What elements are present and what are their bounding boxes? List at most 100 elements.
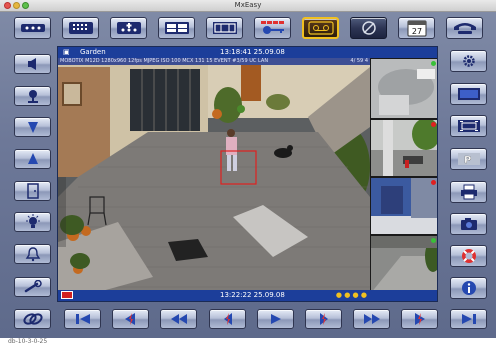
layout-single-button[interactable]	[14, 17, 51, 39]
help-button[interactable]	[450, 245, 487, 267]
fast-forward-icon	[363, 314, 380, 324]
camera-osd-bar: MOBOTIX M12D 1280x960 12fps MJPEG ISO 10…	[58, 58, 370, 65]
osd-right: 4/ 59 4	[350, 58, 368, 64]
rewind-icon	[170, 314, 187, 324]
thumbnail-camera-1[interactable]	[370, 58, 437, 119]
phone-icon	[453, 23, 476, 34]
slash-icon	[361, 21, 376, 35]
status-bar-text: db-10-3-0-25	[8, 338, 48, 345]
settings-wrench-button[interactable]	[14, 277, 51, 297]
camera-time-top: 13:18:41 25.09.08	[220, 48, 285, 56]
camera-time-bottom: 13:22:22 25.09.08	[220, 291, 285, 299]
speaker-icon	[27, 58, 36, 70]
layout-quad-button[interactable]	[158, 17, 195, 39]
layout-grid-button[interactable]	[62, 17, 99, 39]
door-button[interactable]	[14, 181, 51, 201]
layout-window-button[interactable]	[206, 17, 243, 39]
thumbnail-image-3	[371, 178, 437, 234]
step-forward-icon	[319, 313, 328, 325]
volume-up-icon	[27, 153, 38, 164]
play-icon	[270, 314, 281, 324]
microphone-button[interactable]	[14, 86, 51, 106]
window-title: MxEasy	[234, 1, 262, 9]
layout-dots-icon	[20, 24, 45, 32]
info-button[interactable]	[450, 277, 487, 299]
skip-end-icon	[461, 314, 476, 324]
key-icon	[260, 21, 284, 34]
link-button[interactable]	[14, 309, 51, 329]
settings-button[interactable]	[450, 50, 487, 72]
step-back-icon	[223, 313, 232, 325]
next-event-icon	[414, 313, 425, 325]
footer-status-icons: ● ● ● ●	[335, 291, 367, 299]
lifebuoy-icon	[461, 249, 476, 263]
rewind-button[interactable]	[160, 309, 197, 329]
thumbnail-image-1	[371, 59, 437, 118]
thumbnail-camera-3[interactable]	[370, 177, 437, 235]
status-dot-green	[431, 238, 436, 243]
bell-icon	[25, 247, 40, 262]
snapshot-button[interactable]	[450, 213, 487, 235]
step-back-button[interactable]	[209, 309, 246, 329]
layout-quad-icon	[164, 22, 189, 34]
recording-dot	[431, 122, 436, 127]
cassette-icon	[307, 21, 334, 35]
live-video-panel[interactable]: ▣ Garden 13:18:41 25.09.08 MOBOTIX M12D …	[57, 46, 438, 302]
camera-icon	[460, 218, 477, 230]
info-icon	[461, 281, 476, 295]
record-indicator	[61, 291, 73, 299]
layout-add-icon	[116, 22, 141, 34]
link-icon	[22, 313, 43, 325]
skip-start-icon	[75, 314, 90, 324]
parking-button[interactable]: P	[450, 148, 487, 170]
microphone-icon	[27, 90, 38, 103]
volume-down-button[interactable]	[14, 117, 51, 137]
layout-window-icon	[212, 22, 237, 34]
previous-event-button[interactable]	[112, 309, 149, 329]
title-bar: MxEasy	[0, 0, 496, 12]
thumbnail-image-2	[371, 120, 437, 176]
light-button[interactable]	[14, 212, 51, 232]
video-footer: 13:22:22 25.09.08 ● ● ● ●	[58, 290, 437, 301]
access-key-button[interactable]	[254, 17, 291, 39]
gear-icon	[462, 55, 475, 67]
calendar-day: 27	[411, 27, 421, 36]
play-button[interactable]	[257, 309, 294, 329]
thumbnail-camera-4[interactable]	[370, 235, 437, 292]
print-button[interactable]	[450, 181, 487, 203]
display-button[interactable]	[450, 83, 487, 105]
light-icon	[25, 214, 40, 228]
camera-name: Garden	[80, 48, 106, 56]
video-header: ▣ Garden 13:18:41 25.09.08	[58, 47, 437, 58]
printer-icon	[460, 184, 477, 200]
layout-add-button[interactable]	[110, 17, 147, 39]
phone-button[interactable]	[446, 17, 483, 39]
calendar-icon: 27	[407, 20, 426, 36]
svg-text:P: P	[464, 155, 471, 166]
fast-forward-button[interactable]	[353, 309, 390, 329]
skip-to-start-button[interactable]	[64, 309, 101, 329]
step-forward-button[interactable]	[305, 309, 342, 329]
recording-dot	[431, 180, 436, 185]
screen-icon	[457, 88, 480, 100]
bell-button[interactable]	[14, 244, 51, 264]
parking-icon: P	[457, 153, 480, 166]
wrench-icon	[24, 280, 42, 293]
fullscreen-button[interactable]	[450, 115, 487, 137]
layout-grid-icon	[68, 22, 93, 34]
osd-text: MOBOTIX M12D 1280x960 12fps MJPEG ISO 10…	[60, 58, 269, 64]
calendar-button[interactable]: 27	[398, 17, 435, 39]
mxeasy-window: MxEasy 27 P ▣ Garden 13:18:41 25.09.08 M…	[0, 0, 496, 345]
recording-button[interactable]	[302, 17, 339, 39]
speaker-button[interactable]	[14, 54, 51, 74]
fullscreen-icon	[457, 120, 480, 132]
prev-event-icon	[124, 313, 135, 325]
thumbnail-camera-2[interactable]	[370, 119, 437, 177]
next-event-button[interactable]	[401, 309, 438, 329]
privacy-button[interactable]	[350, 17, 387, 39]
door-icon	[26, 183, 39, 199]
volume-down-icon	[27, 122, 38, 133]
volume-up-button[interactable]	[14, 149, 51, 169]
camera-icon-small: ▣	[63, 48, 70, 56]
skip-to-end-button[interactable]	[450, 309, 487, 329]
